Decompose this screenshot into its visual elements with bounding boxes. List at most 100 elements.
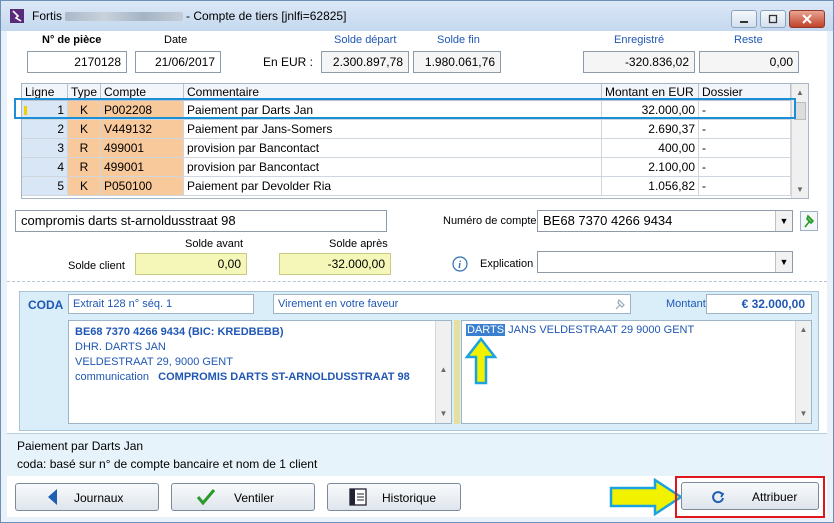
grid-cell-montant[interactable]: 400,00 — [602, 139, 699, 158]
info-icon[interactable]: i — [452, 256, 468, 272]
coda-left-line-2: DHR. DARTS JAN — [75, 341, 166, 353]
svg-text:i: i — [458, 260, 461, 271]
scroll-up-icon[interactable]: ▲ — [796, 321, 811, 338]
grid-cell-dossier[interactable]: - — [699, 120, 791, 139]
title-bar: Fortis - Compte de tiers [jnlfi=62825] — [1, 1, 833, 31]
historique-button[interactable]: Historique — [327, 483, 461, 511]
coda-communication-value: COMPROMIS DARTS ST-ARNOLDUSSTRAAT 98 — [158, 371, 410, 383]
minimize-button[interactable] — [731, 10, 757, 28]
app-icon — [10, 9, 24, 23]
piece-label: N° de pièce — [42, 34, 102, 46]
pin-icon — [804, 214, 815, 228]
grid-cell-dossier[interactable]: - — [699, 158, 791, 177]
client-area: N° de pièce 2170128 Date 21/06/2017 En E… — [7, 31, 827, 518]
scroll-down-icon[interactable]: ▼ — [796, 405, 811, 422]
attach-icon[interactable] — [613, 297, 627, 311]
close-icon — [802, 14, 812, 24]
checkmark-icon — [196, 489, 216, 506]
grid-cell-montant[interactable]: 1.056,82 — [602, 177, 699, 196]
arrow-left-icon — [48, 489, 57, 505]
enregistre-field: -320.836,02 — [583, 51, 695, 73]
explication-field[interactable]: ▼ — [537, 251, 793, 273]
coda-right-text: DARTS JANS VELDESTRAAT 29 9000 GENT ▲ ▼ — [461, 320, 812, 424]
coda-virement: Virement en votre faveur — [273, 294, 631, 314]
solde-avant-label: Solde avant — [185, 238, 244, 250]
grid-cell-compte[interactable]: P050100 — [101, 177, 184, 196]
currency-label: En EUR : — [263, 55, 314, 69]
scroll-up-icon[interactable]: ▲ — [436, 361, 451, 378]
ventiler-label: Ventiler — [234, 491, 275, 505]
coda-extrait: Extrait 128 n° séq. 1 — [68, 294, 254, 314]
grid-cell-ligne[interactable]: 5 — [22, 177, 68, 196]
pin-button[interactable] — [800, 211, 818, 231]
date-field[interactable]: 21/06/2017 — [135, 51, 221, 73]
grid-cell-compte[interactable]: 499001 — [101, 158, 184, 177]
coda-montant-value: € 32.000,00 — [706, 294, 812, 314]
grid-cell-ligne[interactable]: 4 — [22, 158, 68, 177]
coda-right-scrollbar[interactable]: ▲ ▼ — [795, 321, 811, 423]
restore-button[interactable] — [760, 10, 786, 28]
solde-apres-field: -32.000,00 — [279, 253, 391, 275]
splitter[interactable] — [454, 320, 460, 424]
grid-cell-montant[interactable]: 2.690,37 — [602, 120, 699, 139]
attribuer-button[interactable]: Attribuer — [681, 482, 819, 510]
solde-fin-field: 1.980.061,76 — [413, 51, 501, 73]
coda-left-scrollbar[interactable]: ▲ ▼ — [435, 321, 451, 423]
window-title: Fortis - Compte de tiers [jnlfi=62825] — [32, 9, 346, 23]
close-button[interactable] — [789, 10, 825, 28]
main-window: Fortis - Compte de tiers [jnlfi=62825] N°… — [0, 0, 834, 523]
numero-compte-value: BE68 7370 4266 9434 — [543, 213, 673, 228]
grid-cell-type[interactable]: R — [68, 158, 101, 177]
coda-communication-label: communication — [75, 371, 149, 383]
attribuer-label: Attribuer — [752, 490, 798, 504]
title-prefix: Fortis — [32, 9, 62, 23]
grid-cell-ligne[interactable]: 3 — [22, 139, 68, 158]
coda-panel: CODA Extrait 128 n° séq. 1 Virement en v… — [19, 291, 819, 431]
selected-row-highlight — [14, 98, 796, 119]
numero-compte-field[interactable]: BE68 7370 4266 9434 ▼ — [537, 210, 793, 232]
grid-cell-commentaire[interactable]: provision par Bancontact — [184, 158, 602, 177]
status-line-1: Paiement par Darts Jan — [17, 439, 144, 453]
refresh-icon — [712, 491, 725, 504]
solde-avant-field: 0,00 — [135, 253, 247, 275]
numero-compte-label: Numéro de compte — [443, 215, 537, 227]
reste-label: Reste — [734, 34, 763, 46]
notebook-icon — [349, 488, 367, 506]
historique-label: Historique — [382, 491, 437, 505]
grid-cell-compte[interactable]: V449132 — [101, 120, 184, 139]
coda-left-line-1: BE68 7370 4266 9434 (BIC: KREDBEBB) — [75, 326, 284, 338]
comment-field[interactable]: compromis darts st-arnoldusstraat 98 — [15, 210, 387, 232]
explication-label: Explication — [480, 258, 534, 270]
solde-client-label: Solde client — [68, 260, 125, 272]
grid-cell-commentaire[interactable]: Paiement par Devolder Ria — [184, 177, 602, 196]
separator — [7, 281, 827, 282]
piece-field[interactable]: 2170128 — [27, 51, 127, 73]
grid-cell-dossier[interactable]: - — [699, 139, 791, 158]
ventiler-button[interactable]: Ventiler — [171, 483, 315, 511]
dropdown-arrow-icon[interactable]: ▼ — [775, 211, 792, 231]
scroll-down-icon[interactable]: ▼ — [792, 181, 808, 198]
grid-cell-type[interactable]: R — [68, 139, 101, 158]
solde-fin-label: Solde fin — [437, 34, 480, 46]
grid-cell-type[interactable]: K — [68, 177, 101, 196]
grid-cell-dossier[interactable]: - — [699, 177, 791, 196]
coda-left-text: BE68 7370 4266 9434 (BIC: KREDBEBB) DHR.… — [68, 320, 452, 424]
journaux-label: Journaux — [74, 491, 124, 505]
grid-cell-type[interactable]: K — [68, 120, 101, 139]
coda-left-line-3: VELDESTRAAT 29, 9000 GENT — [75, 356, 233, 368]
grid-cell-compte[interactable]: 499001 — [101, 139, 184, 158]
explication-dropdown-icon[interactable]: ▼ — [775, 252, 792, 272]
date-label: Date — [164, 34, 188, 46]
journaux-button[interactable]: Journaux — [15, 483, 159, 511]
annotation-arrow-right-icon — [609, 478, 684, 516]
coda-label: CODA — [28, 298, 64, 312]
scroll-down-icon[interactable]: ▼ — [436, 405, 451, 422]
grid-cell-commentaire[interactable]: Paiement par Jans-Somers — [184, 120, 602, 139]
grid-cell-ligne[interactable]: 2 — [22, 120, 68, 139]
coda-montant-label: Montant — [666, 298, 706, 310]
restore-icon — [768, 14, 778, 24]
grid-cell-commentaire[interactable]: provision par Bancontact — [184, 139, 602, 158]
coda-right-rest: JANS VELDESTRAAT 29 9000 GENT — [505, 324, 695, 336]
grid-cell-montant[interactable]: 2.100,00 — [602, 158, 699, 177]
reste-field: 0,00 — [699, 51, 799, 73]
